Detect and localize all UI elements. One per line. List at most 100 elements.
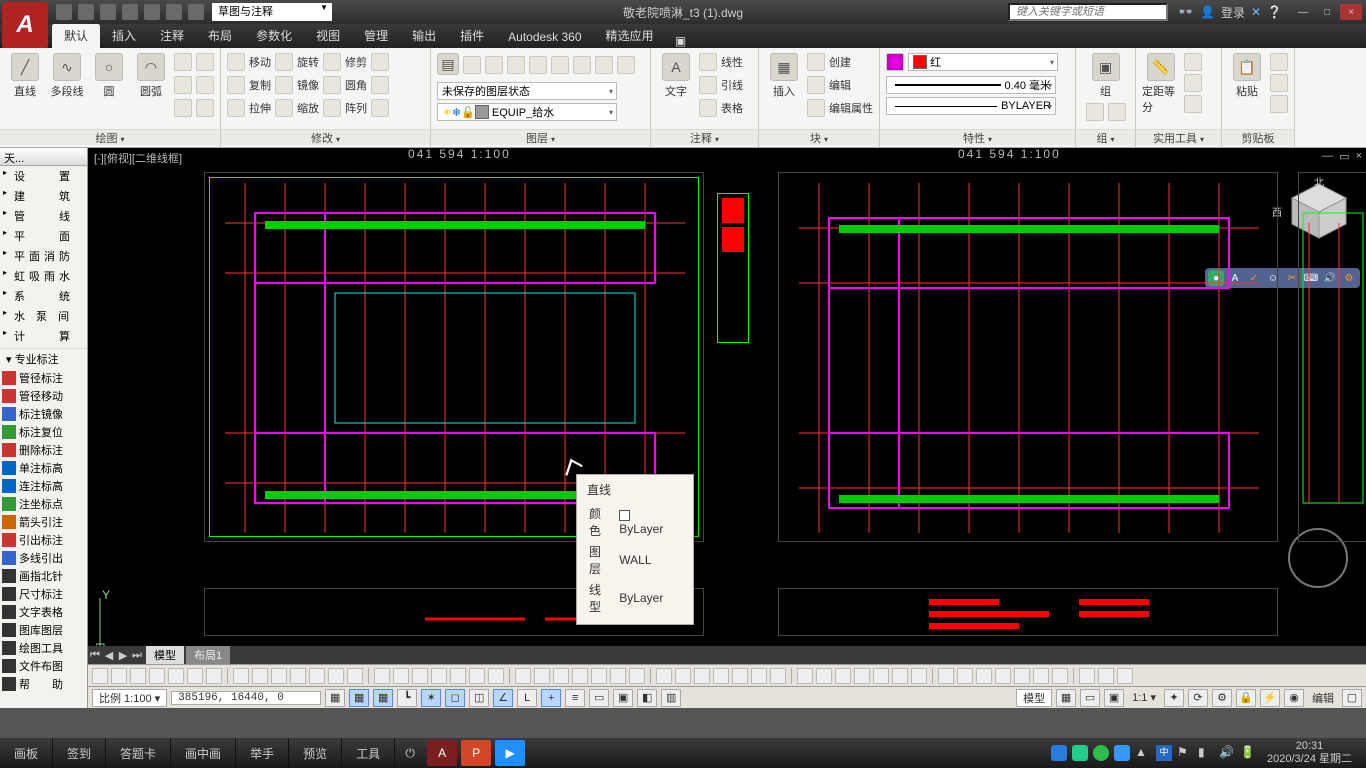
ellipse-icon[interactable] bbox=[174, 76, 192, 94]
tree-item[interactable]: 平 面 bbox=[0, 226, 87, 246]
tray-net-icon[interactable]: ▮ bbox=[1198, 745, 1214, 761]
tree-item[interactable]: 设 置 bbox=[0, 166, 87, 186]
rect-icon[interactable] bbox=[174, 53, 192, 71]
tree-item[interactable]: 管 线 bbox=[0, 206, 87, 226]
tab-insert[interactable]: 插入 bbox=[100, 23, 148, 48]
toolbar-btn[interactable] bbox=[694, 668, 710, 684]
toolbar-btn[interactable] bbox=[1052, 668, 1068, 684]
tree-item[interactable]: 图库图层 bbox=[0, 621, 87, 639]
vp-close-icon[interactable]: × bbox=[1356, 150, 1362, 163]
grid-display2-icon[interactable]: ▦ bbox=[1056, 689, 1076, 707]
quickview-dwg-icon[interactable]: ▣ bbox=[1104, 689, 1124, 707]
matchprop-icon[interactable] bbox=[886, 53, 904, 71]
osnap-icon[interactable]: ◻ bbox=[445, 689, 465, 707]
tree-scroll[interactable]: 设 置建 筑管 线平 面平面消防虹吸雨水系 统水 泵 间计 算▾ 专业标注管径标… bbox=[0, 166, 87, 708]
tab-expand-icon[interactable]: ▣ bbox=[672, 34, 690, 48]
qat-undo-icon[interactable] bbox=[166, 4, 182, 20]
toolbar-btn[interactable] bbox=[610, 668, 626, 684]
taskbar-clock[interactable]: 20:312020/3/24 星期二 bbox=[1261, 740, 1358, 766]
toolbar-btn[interactable] bbox=[751, 668, 767, 684]
clean-screen-icon[interactable]: ▢ bbox=[1342, 689, 1362, 707]
toolbar-btn[interactable] bbox=[835, 668, 851, 684]
paste-button[interactable]: 📋粘贴 bbox=[1228, 53, 1266, 99]
toolbar-btn[interactable] bbox=[770, 668, 786, 684]
toolbar-btn[interactable] bbox=[892, 668, 908, 684]
toolbar-btn[interactable] bbox=[713, 668, 729, 684]
qat-print-icon[interactable] bbox=[144, 4, 160, 20]
3dosnap-icon[interactable]: ◫ bbox=[469, 689, 489, 707]
tree-item[interactable]: 管径标注 bbox=[0, 369, 87, 387]
infer-icon[interactable]: ▦ bbox=[325, 689, 345, 707]
toolbar-btn[interactable] bbox=[271, 668, 287, 684]
tree-item[interactable]: 文字表格 bbox=[0, 603, 87, 621]
toolbar-btn[interactable] bbox=[1117, 668, 1133, 684]
group-button[interactable]: ▣组 bbox=[1087, 53, 1125, 99]
toolbar-btn[interactable] bbox=[1033, 668, 1049, 684]
copy-icon[interactable] bbox=[227, 76, 245, 94]
anno-auto-icon[interactable]: ⟳ bbox=[1188, 689, 1208, 707]
tree-item[interactable]: 画指北针 bbox=[0, 567, 87, 585]
qat-new-icon[interactable] bbox=[56, 4, 72, 20]
drawing-canvas[interactable]: [-][俯视][二维线框] 041 594 1:100 041 594 1:10… bbox=[88, 148, 1366, 708]
tree-item[interactable]: 标注复位 bbox=[0, 423, 87, 441]
tab-layout[interactable]: 布局 bbox=[196, 23, 244, 48]
grid-icon[interactable]: ▦ bbox=[373, 689, 393, 707]
toolbar-btn[interactable] bbox=[553, 668, 569, 684]
toolbar-btn[interactable] bbox=[957, 668, 973, 684]
toolbar-btn[interactable] bbox=[534, 668, 550, 684]
anno-vis-icon[interactable]: ✦ bbox=[1164, 689, 1184, 707]
ducs-icon[interactable]: L bbox=[517, 689, 537, 707]
toolbar-btn[interactable] bbox=[233, 668, 249, 684]
maximize-button[interactable]: □ bbox=[1316, 4, 1338, 20]
point-icon[interactable] bbox=[174, 99, 192, 117]
qat-redo-icon[interactable] bbox=[188, 4, 204, 20]
layer-state-dropdown[interactable]: 未保存的图层状态 bbox=[437, 82, 617, 100]
region-icon[interactable] bbox=[196, 99, 214, 117]
toolbar-btn[interactable] bbox=[675, 668, 691, 684]
copy-clip-icon[interactable] bbox=[1270, 74, 1288, 92]
polar-icon[interactable]: ✶ bbox=[421, 689, 441, 707]
spline-icon[interactable] bbox=[196, 53, 214, 71]
util-icon1[interactable] bbox=[1184, 53, 1202, 71]
arc-button[interactable]: ◠圆弧 bbox=[132, 53, 170, 99]
toolbar-btn[interactable] bbox=[412, 668, 428, 684]
toolbar-btn[interactable] bbox=[374, 668, 390, 684]
tab-output[interactable]: 输出 bbox=[400, 23, 448, 48]
tray-shield-icon[interactable] bbox=[1072, 745, 1088, 761]
color-dropdown[interactable]: 红 bbox=[908, 53, 1058, 71]
tree-item[interactable]: 绘图工具 bbox=[0, 639, 87, 657]
hatch-icon[interactable] bbox=[196, 76, 214, 94]
tree-item[interactable]: 注坐标点 bbox=[0, 495, 87, 513]
toolbar-btn[interactable] bbox=[797, 668, 813, 684]
tree-section[interactable]: ▾ 专业标注 bbox=[0, 348, 87, 369]
qat-open-icon[interactable] bbox=[78, 4, 94, 20]
tree-item[interactable]: 删除标注 bbox=[0, 441, 87, 459]
tree-item[interactable]: 水 泵 间 bbox=[0, 306, 87, 326]
cut-icon[interactable] bbox=[1270, 53, 1288, 71]
layer-btn5-icon[interactable] bbox=[551, 56, 569, 74]
tab-first-icon[interactable]: ⏮ bbox=[88, 649, 102, 662]
tray-qq-icon[interactable] bbox=[1051, 745, 1067, 761]
props-group-label[interactable]: 特性 bbox=[963, 133, 992, 145]
group-edit-icon[interactable] bbox=[1108, 103, 1126, 121]
tab-a360[interactable]: Autodesk 360 bbox=[496, 26, 593, 48]
tab-plugin[interactable]: 插件 bbox=[448, 23, 496, 48]
tree-item[interactable]: 管径移动 bbox=[0, 387, 87, 405]
leader-icon[interactable] bbox=[699, 76, 717, 94]
app-logo[interactable]: A bbox=[2, 2, 48, 48]
text-button[interactable]: A文字 bbox=[657, 53, 695, 99]
qat-save-icon[interactable] bbox=[100, 4, 116, 20]
tab-param[interactable]: 参数化 bbox=[244, 23, 304, 48]
qp-icon[interactable]: ▣ bbox=[613, 689, 633, 707]
layer-btn7-icon[interactable] bbox=[595, 56, 613, 74]
tab-last-icon[interactable]: ⏭ bbox=[130, 649, 144, 662]
toolbar-btn[interactable] bbox=[450, 668, 466, 684]
taskbar-segment[interactable]: 签到 bbox=[53, 738, 106, 768]
layer-btn2-icon[interactable] bbox=[485, 56, 503, 74]
hardware-accel-icon[interactable]: ⚡ bbox=[1260, 689, 1280, 707]
dim-linear-icon[interactable] bbox=[699, 53, 717, 71]
dyn-icon[interactable]: + bbox=[541, 689, 561, 707]
toolbar-btn[interactable] bbox=[431, 668, 447, 684]
lwt-icon[interactable]: ≡ bbox=[565, 689, 585, 707]
annotate-group-label[interactable]: 注释 bbox=[690, 133, 719, 145]
